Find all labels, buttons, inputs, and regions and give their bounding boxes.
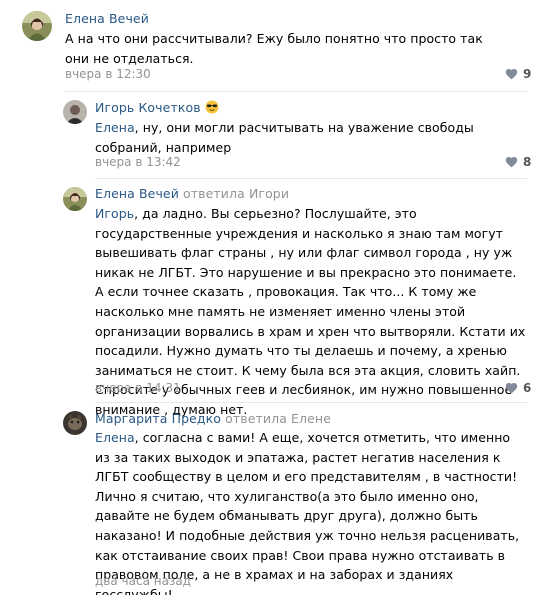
comment-time[interactable]: вчера в 13:42 (95, 155, 181, 169)
comment-text: Елена, ну, они могли расчитывать на уваж… (95, 120, 474, 155)
replied-to-label[interactable]: ответила Игори (183, 186, 289, 201)
comment-text: Елена, согласна с вами! А еще, хочется о… (95, 430, 520, 595)
like-count: 8 (523, 155, 532, 169)
mention-link[interactable]: Елена (95, 430, 135, 445)
like-button[interactable]: 8 (505, 155, 531, 169)
heart-icon (505, 157, 518, 168)
avatar[interactable] (63, 411, 87, 435)
like-button[interactable]: 6 (505, 381, 531, 395)
comment-text: А на что они рассчитывали? Ежу было поня… (65, 31, 483, 66)
comment-author[interactable]: Елена Вечей (65, 11, 149, 26)
avatar[interactable] (63, 187, 87, 211)
comment-time[interactable]: вчера в 12:30 (65, 67, 151, 81)
avatar[interactable] (22, 11, 52, 41)
avatar[interactable] (63, 100, 87, 124)
comment-time[interactable]: вчера в 14:31 (95, 381, 181, 395)
divider (65, 91, 527, 92)
replied-to-label[interactable]: ответила Елене (225, 411, 331, 426)
heart-icon (505, 383, 518, 394)
like-button[interactable]: 9 (505, 67, 531, 81)
comment-author[interactable]: Елена Вечей ответила Игори (95, 186, 289, 201)
comment-author[interactable]: Игорь Кочетков (95, 100, 219, 115)
comment-time[interactable]: два часа назад (95, 574, 191, 588)
divider (95, 178, 527, 179)
mention-link[interactable]: Елена (95, 120, 135, 135)
like-count: 6 (523, 381, 532, 395)
comment-author[interactable]: Маргарита Предко ответила Елене (95, 411, 331, 426)
heart-icon (505, 69, 518, 80)
like-count: 9 (523, 67, 532, 81)
sunglasses-emoji-icon (205, 100, 219, 114)
mention-link[interactable]: Игорь (95, 206, 134, 221)
divider (95, 402, 527, 403)
